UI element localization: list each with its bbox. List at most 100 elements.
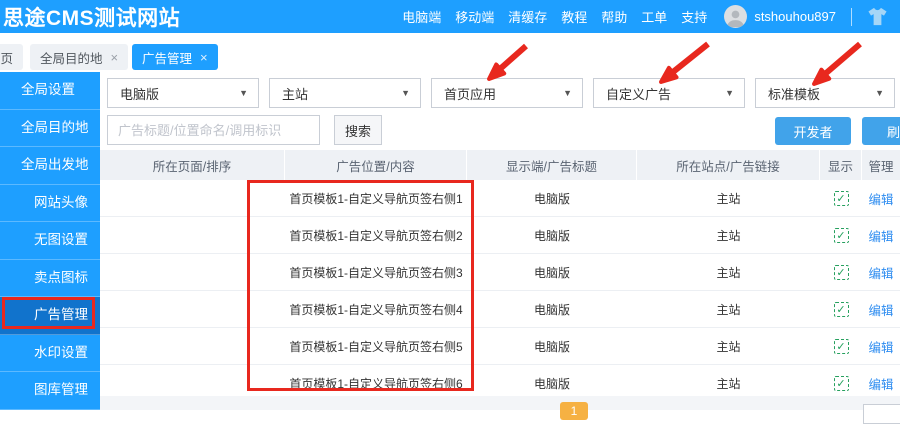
column-header-page-sort: 所在页面/排序: [100, 150, 285, 180]
edit-link[interactable]: 编辑: [868, 300, 893, 319]
column-header-visible: 显示: [820, 150, 862, 180]
table-row: 首页模板1-自定义导航页签右侧3 电脑版 主站 ✓ 编辑: [100, 254, 900, 291]
site-cell: 主站: [716, 228, 741, 243]
filter-ad-type-select[interactable]: 自定义广告 ▼: [593, 78, 745, 108]
table-header: 所在页面/排序 广告位置/内容 显示端/广告标题 所在站点/广告链接 显示 管理: [100, 150, 900, 180]
ad-position-cell: 首页模板1-自定义导航页签右侧2: [289, 228, 463, 243]
select-value: 自定义广告: [606, 86, 672, 102]
nav-item-help[interactable]: 帮助: [601, 7, 627, 26]
tab-label: 广告管理: [142, 51, 193, 66]
client-cell: 电脑版: [533, 265, 570, 280]
sidebar: 全局设置 全局目的地 全局出发地 网站头像 无图设置 卖点图标 广告管理 水印设…: [0, 72, 100, 410]
ad-position-cell: 首页模板1-自定义导航页签右侧5: [289, 339, 463, 354]
pagination-bar: 1: [100, 396, 900, 424]
close-icon[interactable]: ×: [200, 51, 208, 64]
chevron-down-icon: ▼: [563, 88, 572, 98]
filter-client-select[interactable]: 电脑版 ▼: [107, 78, 259, 108]
nav-item-support[interactable]: 支持: [681, 7, 707, 26]
top-header: 思途CMS测试网站 电脑端 移动端 清缓存 教程 帮助 工单 支持 stshou…: [0, 0, 900, 33]
chevron-down-icon: ▼: [401, 88, 410, 98]
filter-page-select[interactable]: 首页应用 ▼: [431, 78, 583, 108]
site-cell: 主站: [716, 376, 741, 391]
top-nav: 电脑端 移动端 清缓存 教程 帮助 工单 支持: [402, 7, 707, 26]
sidebar-item-watermark-settings[interactable]: 水印设置: [0, 335, 100, 372]
username: stshouhou897: [754, 9, 836, 24]
tab-global-destination[interactable]: 全局目的地 ×: [30, 44, 129, 70]
table-body: 首页模板1-自定义导航页签右侧1 电脑版 主站 ✓ 编辑 首页模板1-自定义导航…: [100, 180, 900, 402]
client-cell: 电脑版: [533, 302, 570, 317]
nav-item-ticket[interactable]: 工单: [641, 7, 667, 26]
site-logo: 思途CMS测试网站: [3, 6, 181, 30]
search-button[interactable]: 搜索: [334, 115, 382, 145]
client-cell: 电脑版: [533, 191, 570, 206]
tab-home[interactable]: 首页: [0, 44, 23, 70]
chevron-down-icon: ▼: [239, 88, 248, 98]
tshirt-theme-icon[interactable]: [867, 7, 888, 26]
edit-link[interactable]: 编辑: [868, 189, 893, 208]
sidebar-item-gallery-management[interactable]: 图库管理: [0, 372, 100, 410]
tab-bar: 首页 全局目的地 × 广告管理 ×: [0, 33, 900, 72]
main-content: 电脑版 ▼ 主站 ▼ 首页应用 ▼ 自定义广告 ▼ 标准模板 ▼ 搜索 开发者 …: [100, 72, 900, 424]
table-row: 首页模板1-自定义导航页签右侧5 电脑版 主站 ✓ 编辑: [100, 328, 900, 365]
page-size-box[interactable]: [863, 404, 900, 424]
site-cell: 主站: [716, 265, 741, 280]
ad-position-cell: 首页模板1-自定义导航页签右侧6: [289, 376, 463, 391]
visible-checkbox[interactable]: ✓: [833, 264, 849, 280]
page-1-button[interactable]: 1: [560, 402, 588, 420]
tab-ad-management[interactable]: 广告管理 ×: [132, 44, 218, 70]
site-cell: 主站: [716, 302, 741, 317]
edit-link[interactable]: 编辑: [868, 337, 893, 356]
visible-checkbox[interactable]: ✓: [833, 338, 849, 354]
sidebar-item-global-departure[interactable]: 全局出发地: [0, 147, 100, 185]
sidebar-item-global-destination[interactable]: 全局目的地: [0, 110, 100, 147]
visible-checkbox[interactable]: ✓: [833, 227, 849, 243]
tab-label: 全局目的地: [40, 51, 103, 66]
column-header-client-title: 显示端/广告标题: [467, 150, 637, 180]
chevron-down-icon: ▼: [875, 88, 884, 98]
nav-item-mobile-client[interactable]: 移动端: [455, 7, 494, 26]
client-cell: 电脑版: [533, 376, 570, 391]
select-value: 电脑版: [120, 86, 160, 102]
select-value: 首页应用: [444, 86, 497, 102]
site-cell: 主站: [716, 339, 741, 354]
user-menu[interactable]: stshouhou897: [724, 5, 836, 28]
sidebar-item-global-settings[interactable]: 全局设置: [0, 72, 100, 110]
client-cell: 电脑版: [533, 228, 570, 243]
sidebar-item-site-avatar[interactable]: 网站头像: [0, 185, 100, 222]
sidebar-item-ad-management[interactable]: 广告管理: [0, 297, 100, 335]
nav-item-tutorial[interactable]: 教程: [561, 7, 587, 26]
refresh-button[interactable]: 刷新: [862, 117, 900, 145]
visible-checkbox[interactable]: ✓: [833, 190, 849, 206]
column-header-ad-position: 广告位置/内容: [285, 150, 467, 180]
site-cell: 主站: [716, 191, 741, 206]
developer-button[interactable]: 开发者: [775, 117, 851, 145]
edit-link[interactable]: 编辑: [868, 263, 893, 282]
search-input[interactable]: [107, 115, 320, 145]
nav-item-pc-client[interactable]: 电脑端: [402, 7, 441, 26]
sidebar-item-no-image-settings[interactable]: 无图设置: [0, 222, 100, 260]
visible-checkbox[interactable]: ✓: [833, 301, 849, 317]
tab-label: 首页: [0, 51, 13, 66]
filter-site-select[interactable]: 主站 ▼: [269, 78, 421, 108]
table-row: 首页模板1-自定义导航页签右侧2 电脑版 主站 ✓ 编辑: [100, 217, 900, 254]
edit-link[interactable]: 编辑: [868, 374, 893, 393]
column-header-site-link: 所在站点/广告链接: [637, 150, 820, 180]
sidebar-item-selling-point-icons[interactable]: 卖点图标: [0, 260, 100, 297]
table-row: 首页模板1-自定义导航页签右侧1 电脑版 主站 ✓ 编辑: [100, 180, 900, 217]
header-divider: [851, 7, 852, 26]
edit-link[interactable]: 编辑: [868, 226, 893, 245]
select-value: 标准模板: [768, 86, 821, 102]
ad-position-cell: 首页模板1-自定义导航页签右侧4: [289, 302, 463, 317]
filter-template-select[interactable]: 标准模板 ▼: [755, 78, 895, 108]
ad-position-cell: 首页模板1-自定义导航页签右侧3: [289, 265, 463, 280]
client-cell: 电脑版: [533, 339, 570, 354]
nav-item-clear-cache[interactable]: 清缓存: [508, 7, 547, 26]
chevron-down-icon: ▼: [725, 88, 734, 98]
ad-position-cell: 首页模板1-自定义导航页签右侧1: [289, 191, 463, 206]
user-avatar-icon: [724, 5, 748, 28]
column-header-manage: 管理: [868, 159, 894, 174]
select-value: 主站: [282, 86, 309, 102]
visible-checkbox[interactable]: ✓: [833, 375, 849, 391]
table-row: 首页模板1-自定义导航页签右侧4 电脑版 主站 ✓ 编辑: [100, 291, 900, 328]
close-icon[interactable]: ×: [111, 51, 119, 64]
